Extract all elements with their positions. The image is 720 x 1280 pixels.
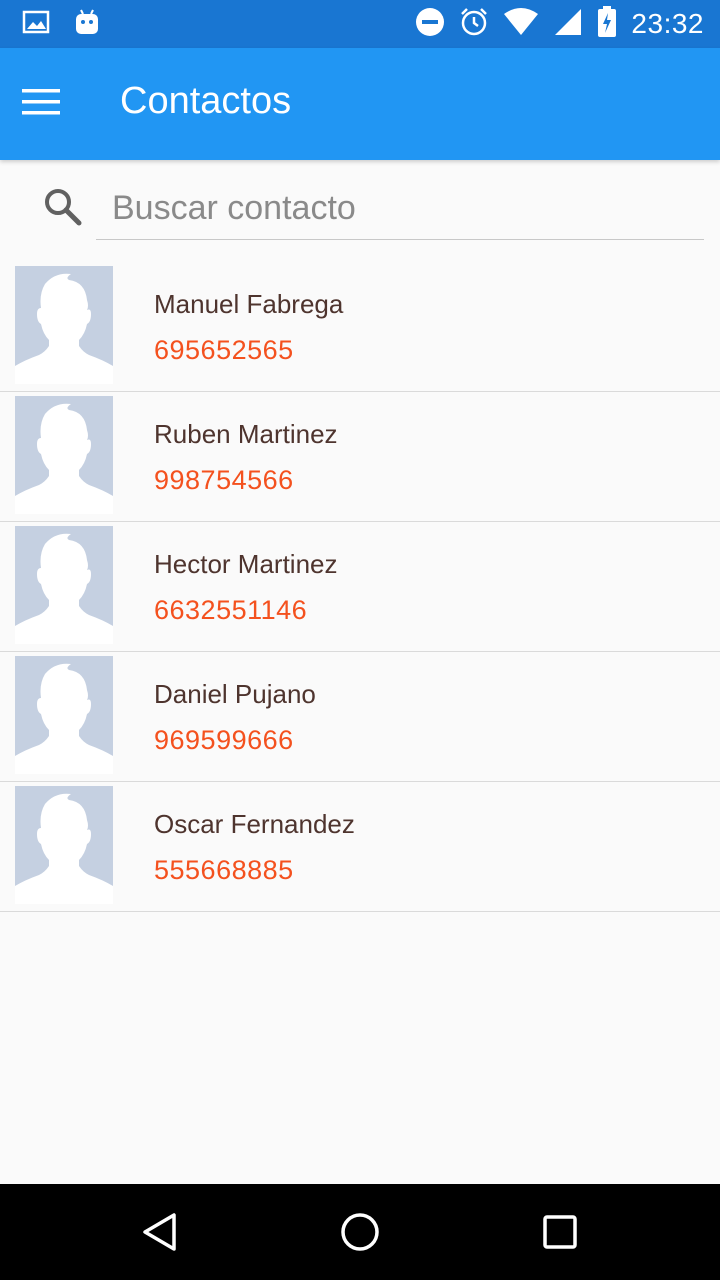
recents-button[interactable] bbox=[536, 1208, 584, 1256]
contact-phone: 998754566 bbox=[154, 465, 294, 495]
contact-list: Manuel Fabrega 695652565 Ruben Martinez … bbox=[0, 262, 720, 912]
page-title: Contactos bbox=[120, 80, 292, 122]
status-bar: 23:32 bbox=[0, 0, 720, 48]
contact-name: Manuel Fabrega bbox=[154, 289, 344, 319]
contact-name: Daniel Pujano bbox=[154, 679, 316, 709]
recents-icon bbox=[536, 1215, 584, 1260]
contact-name: Hector Martinez bbox=[154, 549, 338, 579]
signal-icon bbox=[553, 7, 583, 42]
list-item[interactable]: Manuel Fabrega 695652565 bbox=[0, 262, 720, 392]
search-icon bbox=[42, 186, 84, 228]
status-time: 23:32 bbox=[631, 8, 704, 39]
hamburger-menu-icon bbox=[22, 88, 60, 121]
back-button[interactable] bbox=[136, 1208, 184, 1256]
search-bar bbox=[0, 160, 720, 250]
list-item[interactable]: Ruben Martinez 998754566 bbox=[0, 392, 720, 522]
avatar bbox=[15, 786, 113, 904]
list-item[interactable]: Oscar Fernandez 555668885 bbox=[0, 782, 720, 912]
back-icon bbox=[136, 1213, 184, 1260]
avatar bbox=[15, 656, 113, 774]
contact-name: Oscar Fernandez bbox=[154, 809, 355, 839]
contact-phone: 695652565 bbox=[154, 335, 294, 365]
image-icon bbox=[22, 9, 50, 40]
home-button[interactable] bbox=[336, 1208, 384, 1256]
avatar bbox=[15, 526, 113, 644]
avatar bbox=[15, 266, 113, 384]
android-icon bbox=[74, 8, 100, 41]
app-bar: Contactos bbox=[0, 48, 720, 160]
list-item[interactable]: Daniel Pujano 969599666 bbox=[0, 652, 720, 782]
dnd-icon bbox=[415, 7, 445, 42]
home-icon bbox=[336, 1213, 384, 1260]
menu-button[interactable] bbox=[22, 74, 90, 134]
wifi-icon bbox=[503, 7, 539, 41]
contact-phone: 969599666 bbox=[154, 725, 294, 755]
contact-name: Ruben Martinez bbox=[154, 419, 338, 449]
battery-charging-icon bbox=[597, 5, 617, 43]
alarm-icon bbox=[459, 7, 489, 42]
contact-phone: 6632551146 bbox=[154, 595, 308, 625]
navigation-bar bbox=[0, 1184, 720, 1280]
list-item[interactable]: Hector Martinez 6632551146 bbox=[0, 522, 720, 652]
contact-phone: 555668885 bbox=[154, 855, 294, 885]
search-input[interactable] bbox=[96, 178, 704, 240]
avatar bbox=[15, 396, 113, 514]
